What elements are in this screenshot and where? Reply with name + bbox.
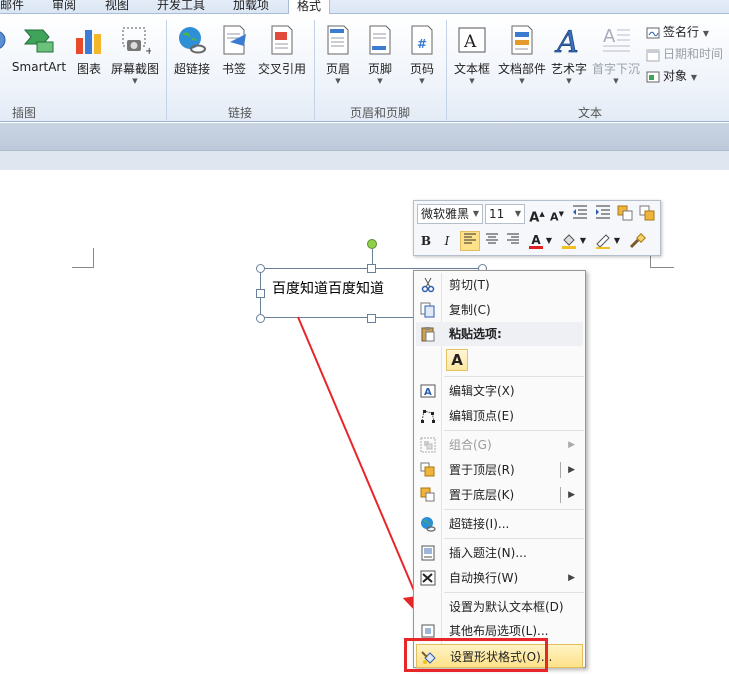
- font-color-icon[interactable]: A: [527, 231, 545, 249]
- menu-item-label: 复制(C): [449, 303, 491, 317]
- menu-item-set-default-textbox[interactable]: 设置为默认文本框(D): [416, 595, 583, 619]
- caption-icon: [420, 545, 436, 561]
- menu-item-label: 编辑文字(X): [449, 384, 515, 398]
- menu-item-label: 自动换行(W): [449, 571, 519, 585]
- bold-icon[interactable]: B: [417, 232, 435, 250]
- font-size-value: 11: [489, 207, 505, 221]
- menu-item-label: 剪切(T): [449, 278, 490, 292]
- menu-item-copy[interactable]: 复制(C): [416, 298, 583, 322]
- split-separator: [560, 462, 561, 478]
- edit-text-icon: A: [420, 383, 436, 399]
- chevron-down-icon[interactable]: ▼: [612, 232, 622, 250]
- layout-options-icon: [420, 623, 436, 639]
- font-name-value: 微软雅黑: [421, 207, 470, 221]
- menu-item-label: 设置为默认文本框(D): [449, 600, 564, 614]
- chevron-down-icon[interactable]: ▼: [578, 232, 588, 250]
- text-wrap-icon: [420, 570, 436, 586]
- menu-separator: [444, 430, 584, 431]
- chevron-down-icon: ▼: [472, 209, 479, 218]
- chevron-right-icon: ▶: [568, 573, 575, 583]
- scissors-icon: [420, 277, 436, 293]
- menu-separator: [444, 509, 584, 510]
- send-to-back-icon: [420, 487, 436, 503]
- menu-separator: [444, 376, 584, 377]
- menu-item-label: 编辑顶点(E): [449, 409, 514, 423]
- bring-forward-icon[interactable]: [616, 205, 634, 223]
- menu-item-label: 组合(G): [449, 438, 492, 452]
- align-right-icon[interactable]: [504, 232, 522, 250]
- bring-to-front-icon: [420, 462, 436, 478]
- menu-separator: [444, 538, 584, 539]
- menu-item-text-wrapping[interactable]: 自动换行(W) ▶: [416, 566, 583, 590]
- clipboard-icon: [420, 326, 436, 342]
- increase-indent-icon[interactable]: [594, 205, 612, 223]
- group-icon: [420, 437, 436, 453]
- context-menu: 剪切(T) 复制(C) 粘贴选项: A A 编辑文字(X) 编辑顶点(E) 组合…: [413, 270, 586, 668]
- paste-keep-text-only-button[interactable]: A: [446, 349, 468, 371]
- chevron-down-icon: ▼: [514, 209, 521, 218]
- align-left-icon[interactable]: [460, 231, 480, 251]
- menu-item-hyperlink[interactable]: 超链接(I)...: [416, 512, 583, 536]
- menu-item-send-to-back[interactable]: 置于底层(K) ▶: [416, 483, 583, 507]
- menu-item-edit-points[interactable]: 编辑顶点(E): [416, 404, 583, 428]
- font-size-select[interactable]: 11 ▼: [485, 204, 525, 224]
- menu-item-group[interactable]: 组合(G) ▶: [416, 433, 583, 457]
- menu-item-insert-caption[interactable]: 插入题注(N)...: [416, 541, 583, 565]
- decrease-indent-icon[interactable]: [571, 205, 589, 223]
- menu-item-label: 插入题注(N)...: [449, 546, 527, 560]
- menu-item-bring-to-front[interactable]: 置于顶层(R) ▶: [416, 458, 583, 482]
- highlight-annotation-box: [404, 638, 548, 672]
- chevron-down-icon[interactable]: ▼: [544, 232, 554, 250]
- fill-color-icon[interactable]: [560, 232, 578, 250]
- line-color-icon[interactable]: [594, 232, 612, 250]
- menu-item-label: 置于底层(K): [449, 488, 515, 502]
- menu-item-cut[interactable]: 剪切(T): [416, 273, 583, 297]
- chevron-right-icon[interactable]: ▶: [568, 483, 575, 507]
- menu-item-label: 置于顶层(R): [449, 463, 515, 477]
- globe-link-icon: [420, 516, 436, 532]
- grow-font-icon[interactable]: A▲: [528, 205, 546, 225]
- menu-item-edit-text[interactable]: A 编辑文字(X): [416, 379, 583, 403]
- copy-icon: [420, 302, 436, 318]
- menu-separator: [444, 592, 584, 593]
- svg-text:A: A: [424, 387, 432, 398]
- annotation-arrow: [297, 316, 431, 623]
- edit-points-icon: [420, 408, 436, 424]
- menu-item-label: 超链接(I)...: [449, 517, 510, 531]
- align-center-icon[interactable]: [483, 232, 501, 250]
- send-backward-icon[interactable]: [638, 205, 656, 223]
- mini-toolbar: 微软雅黑 ▼ 11 ▼ A▲ A▼ B I A ▼ ▼ ▼: [413, 200, 661, 256]
- chevron-right-icon[interactable]: ▶: [568, 458, 575, 482]
- menu-header-paste-options: 粘贴选项:: [416, 322, 583, 346]
- format-painter-icon[interactable]: [628, 232, 646, 250]
- split-separator: [560, 487, 561, 503]
- menu-item-label: 粘贴选项:: [449, 327, 502, 341]
- font-name-select[interactable]: 微软雅黑 ▼: [417, 204, 483, 224]
- shrink-font-icon[interactable]: A▼: [548, 205, 566, 224]
- chevron-right-icon: ▶: [568, 440, 575, 450]
- italic-icon[interactable]: I: [438, 232, 456, 250]
